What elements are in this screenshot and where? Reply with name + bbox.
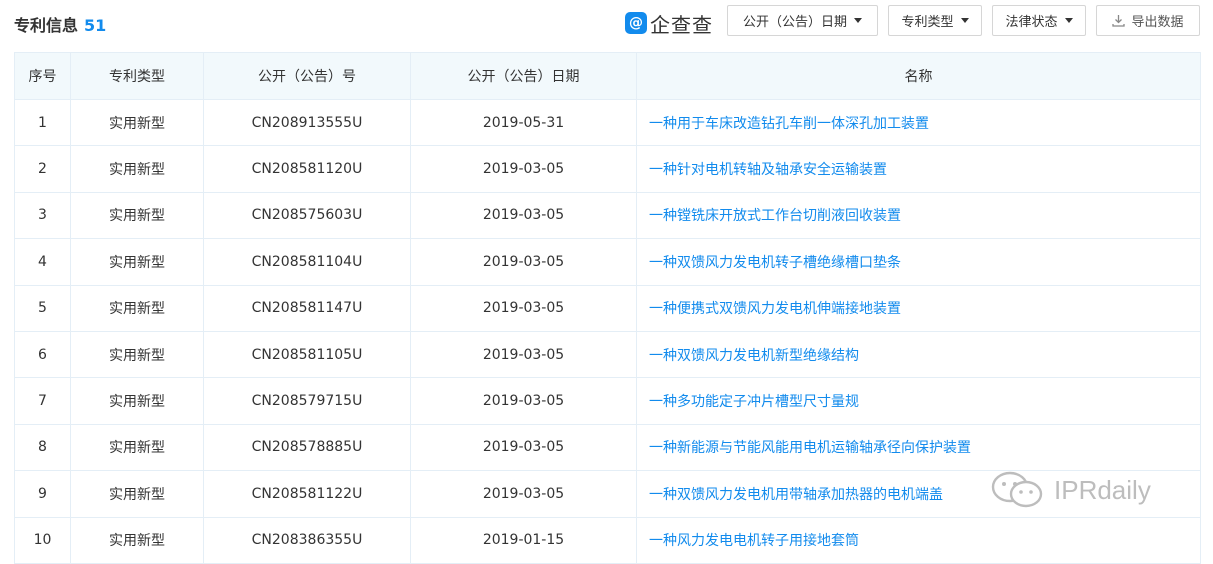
publication-date: 2019-03-05 (410, 377, 637, 425)
filter-status-label: 法律状态 (1005, 15, 1058, 30)
patent-type: 实用新型 (70, 145, 204, 193)
publication-date: 2019-03-05 (410, 145, 637, 193)
patent-type: 实用新型 (70, 98, 204, 147)
patent-name-link[interactable]: 一种新能源与节能风能用电机运输轴承径向保护装置 (636, 423, 1201, 472)
patent-type: 实用新型 (70, 470, 204, 518)
patent-table: 序号 专利类型 公开（公告）号 公开（公告）日期 名称 1 实用新型 CN20891… (14, 52, 1201, 564)
page-title-text: 专利信息 (14, 16, 79, 35)
col-header-name: 名称 (636, 52, 1201, 100)
patent-type: 实用新型 (70, 330, 204, 379)
publication-date: 2019-05-31 (410, 98, 637, 147)
row-index: 6 (14, 330, 71, 379)
chevron-down-icon (854, 18, 862, 23)
patent-name-link[interactable]: 一种用于车床改造钻孔车削一体深孔加工装置 (636, 98, 1201, 147)
col-header-number: 公开（公告）号 (203, 52, 411, 100)
table-row: 5 实用新型 CN208581147U 2019-03-05 一种便携式双馈风力发电机伸… (14, 284, 1201, 332)
col-header-index: 序号 (14, 52, 71, 100)
patent-number: CN208581105U (203, 330, 411, 379)
logo-mark-icon: @ (625, 12, 647, 34)
download-icon (1112, 14, 1126, 27)
table-row: 10 实用新型 CN208386355U 2019-01-15 一种风力发电电机转子用接… (14, 516, 1201, 564)
row-index: 8 (14, 423, 71, 472)
table-row: 8 实用新型 CN208578885U 2019-03-05 一种新能源与节能风能用电机… (14, 423, 1201, 472)
page-title: 专利信息 51 (14, 12, 106, 36)
filter-status-dropdown[interactable]: 法律状态 (992, 5, 1086, 36)
table-row: 1 实用新型 CN208913555U 2019-05-31 一种用于车床改造钻孔车削一… (14, 98, 1201, 147)
patent-type: 实用新型 (70, 516, 204, 564)
chevron-down-icon (960, 18, 969, 23)
patent-number: CN208579715U (203, 377, 411, 425)
result-count: 51 (84, 16, 107, 35)
patent-name-link[interactable]: 一种多功能定子冲片槽型尺寸量规 (636, 377, 1201, 425)
patent-number: CN208581104U (203, 238, 411, 286)
table-header-row: 序号 专利类型 公开（公告）号 公开（公告）日期 名称 (14, 52, 1201, 100)
table-row: 4 实用新型 CN208581104U 2019-03-05 一种双馈风力发电机转子槽绝… (14, 238, 1201, 286)
row-index: 5 (14, 284, 71, 332)
qichacha-logo: @ 企查查 (625, 9, 713, 37)
patent-name-link[interactable]: 一种针对电机转轴及轴承安全运输装置 (636, 145, 1201, 193)
patent-number: CN208386355U (203, 516, 411, 564)
patent-number: CN208581122U (203, 470, 411, 518)
row-index: 7 (14, 377, 71, 425)
table-row: 2 实用新型 CN208581120U 2019-03-05 一种针对电机转轴及轴承安全… (14, 145, 1201, 193)
publication-date: 2019-03-05 (410, 284, 637, 332)
publication-date: 2019-01-15 (410, 516, 637, 564)
row-index: 4 (14, 238, 71, 286)
row-index: 10 (14, 516, 71, 564)
publication-date: 2019-03-05 (410, 470, 637, 518)
publication-date: 2019-03-05 (410, 238, 637, 286)
logo-text: 企查查 (650, 12, 713, 37)
table-row: 3 实用新型 CN208575603U 2019-03-05 一种镗铣床开放式工作台切削… (14, 191, 1201, 240)
filter-date-label: 公开（公告）日期 (742, 15, 847, 30)
publication-date: 2019-03-05 (410, 191, 637, 240)
row-index: 9 (14, 470, 71, 518)
patent-type: 实用新型 (70, 423, 204, 472)
patent-number: CN208575603U (203, 191, 411, 240)
table-row: 6 实用新型 CN208581105U 2019-03-05 一种双馈风力发电机新型绝缘… (14, 330, 1201, 379)
patent-type: 实用新型 (70, 377, 204, 425)
patent-number: CN208913555U (203, 98, 411, 147)
export-button[interactable]: 导出数据 (1096, 5, 1200, 36)
table-row: 9 实用新型 CN208581122U 2019-03-05 一种双馈风力发电机用带轴承… (14, 470, 1201, 518)
export-label: 导出数据 (1131, 15, 1184, 30)
publication-date: 2019-03-05 (410, 330, 637, 379)
publication-date: 2019-03-05 (410, 423, 637, 472)
filter-date-dropdown[interactable]: 公开（公告）日期 (727, 5, 878, 36)
filter-type-label: 专利类型 (901, 15, 954, 30)
patent-name-link[interactable]: 一种风力发电电机转子用接地套筒 (636, 516, 1201, 564)
header: 专利信息 51 @ 企查查 公开（公告）日期 专利类型 法律状态 导出数据 (0, 0, 1213, 48)
patent-number: CN208581120U (203, 145, 411, 193)
patent-number: CN208578885U (203, 423, 411, 472)
col-header-date: 公开（公告）日期 (410, 52, 637, 100)
patent-number: CN208581147U (203, 284, 411, 332)
col-header-type: 专利类型 (70, 52, 204, 100)
patent-name-link[interactable]: 一种镗铣床开放式工作台切削液回收装置 (636, 191, 1201, 240)
patent-name-link[interactable]: 一种双馈风力发电机用带轴承加热器的电机端盖 (636, 470, 1201, 518)
chevron-down-icon (1064, 18, 1073, 23)
patent-type: 实用新型 (70, 284, 204, 332)
patent-type: 实用新型 (70, 238, 204, 286)
patent-name-link[interactable]: 一种便携式双馈风力发电机伸端接地装置 (636, 284, 1201, 332)
row-index: 2 (14, 145, 71, 193)
patent-name-link[interactable]: 一种双馈风力发电机新型绝缘结构 (636, 330, 1201, 379)
patent-name-link[interactable]: 一种双馈风力发电机转子槽绝缘槽口垫条 (636, 238, 1201, 286)
row-index: 1 (14, 98, 71, 147)
table-row: 7 实用新型 CN208579715U 2019-03-05 一种多功能定子冲片槽型尺寸… (14, 377, 1201, 425)
patent-type: 实用新型 (70, 191, 204, 240)
row-index: 3 (14, 191, 71, 240)
filter-type-dropdown[interactable]: 专利类型 (888, 5, 982, 36)
